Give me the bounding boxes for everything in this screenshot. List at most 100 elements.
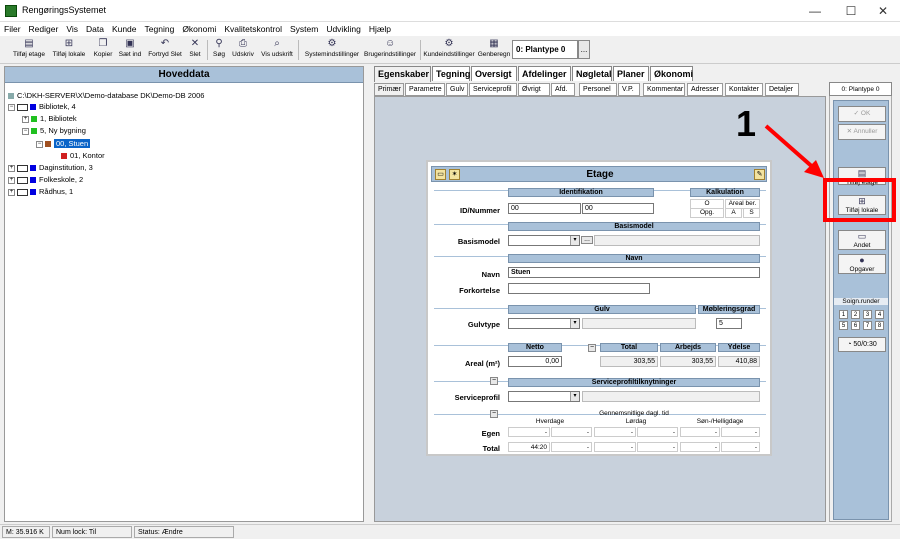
fortryd-slet-button[interactable]: ↶ Fortryd Slet <box>145 38 185 62</box>
soign-1[interactable]: 1 <box>839 310 848 319</box>
tab-planer[interactable]: Planer <box>613 66 649 81</box>
tree-root[interactable]: C:\DKH-SERVER\X\Demo-database DK\Demo-DB… <box>8 90 204 101</box>
mobleringsgrad-spinner[interactable]: 5 <box>716 318 742 329</box>
andet-button[interactable]: ▭ Andet <box>838 230 886 250</box>
netto-field[interactable]: 0,00 <box>508 356 562 367</box>
tab-egenskaber[interactable]: Egenskaber <box>374 66 431 82</box>
tree-item-daginstitution[interactable]: + Daginstitution, 3 <box>8 162 93 173</box>
menu-vis[interactable]: Vis <box>62 22 82 36</box>
opgaver-button[interactable]: ● Opgaver <box>838 254 886 274</box>
folder-icon[interactable]: ▭ <box>435 169 446 180</box>
forkortelse-field[interactable] <box>508 283 650 294</box>
menu-rediger[interactable]: Rediger <box>25 22 63 36</box>
subtab-serviceprofil[interactable]: Serviceprofil <box>469 83 517 96</box>
subtab-adresser[interactable]: Adresser <box>687 83 723 96</box>
vis-udskrift-button[interactable]: ⌕ Vis udskrift <box>258 38 296 62</box>
etage-form: Etage ▭ ✶ ✎ Identifikation Kalkulation O… <box>426 160 772 456</box>
total-cell: - <box>637 442 678 452</box>
saet-ind-button[interactable]: ▣ Sæt ind <box>117 38 143 62</box>
tree-item-stuen[interactable]: −00, Stuen <box>36 138 91 149</box>
subtab-parametre[interactable]: Parametre <box>405 83 445 96</box>
menu-tegning[interactable]: Tegning <box>141 22 179 36</box>
tree-toggle[interactable]: + <box>8 176 15 184</box>
tid-collapse-button[interactable]: − <box>490 410 498 418</box>
udskriv-button[interactable]: ⎙ Udskriv <box>229 38 257 62</box>
user-settings-icon: ☺ <box>385 38 396 49</box>
id-field-1[interactable]: 00 <box>508 203 581 214</box>
etage-title: Etage <box>586 169 614 180</box>
tree-toggle[interactable]: + <box>8 188 15 196</box>
tab-okonomi[interactable]: Økonomi <box>650 66 693 81</box>
star-icon[interactable]: ✶ <box>449 169 460 180</box>
ok-button[interactable]: ✓ OK <box>838 106 886 122</box>
soign-8[interactable]: 8 <box>875 321 884 330</box>
tilfoj-lokale-button[interactable]: ⊞ Tilføj lokale <box>50 38 88 62</box>
plantype-field[interactable]: 0: Plantype 0 <box>512 40 578 59</box>
tree-item-radhus[interactable]: + Rådhus, 1 <box>8 186 73 197</box>
subtab-afd[interactable]: Afd. <box>551 83 575 96</box>
tree-item-bibliotek[interactable]: − Bibliotek, 4 <box>8 101 76 112</box>
subtab-gulv[interactable]: Gulv <box>446 83 468 96</box>
tab-oversigt[interactable]: Oversigt <box>471 66 517 81</box>
basismodel-more-button[interactable]: ... <box>581 236 593 244</box>
menu-kvalitetskontrol[interactable]: Kvalitetskontrol <box>220 22 286 36</box>
subtab-ovrigt[interactable]: Øvrigt <box>518 83 550 96</box>
menu-system[interactable]: System <box>286 22 322 36</box>
counter-button[interactable]: ◔ 50/0:30 <box>838 337 886 352</box>
kundeindstillinger-button[interactable]: ⚙ Kundeindstillinger <box>423 38 475 62</box>
soign-7[interactable]: 7 <box>863 321 872 330</box>
subtab-vp[interactable]: V.P. <box>618 83 640 96</box>
tree-toggle[interactable]: − <box>36 140 43 148</box>
soign-3[interactable]: 3 <box>863 310 872 319</box>
tree-item-ny-bygning[interactable]: −5, Ny bygning <box>22 125 86 136</box>
menu-hjaelp[interactable]: Hjælp <box>365 22 395 36</box>
subtab-detaljer[interactable]: Detaljer <box>765 83 799 96</box>
tree-item-folkeskole[interactable]: + Folkeskole, 2 <box>8 174 83 185</box>
brugerindstillinger-button[interactable]: ☺ Brugerindstillinger <box>362 38 418 62</box>
egen-label: Egen <box>481 429 500 438</box>
tab-nogletal[interactable]: Nøgletal <box>572 66 612 81</box>
slet-button[interactable]: ✕ Slet <box>186 38 204 62</box>
menu-filer[interactable]: Filer <box>0 22 25 36</box>
tab-tegning[interactable]: Tegning <box>432 66 470 81</box>
tree-item-1-bibliotek[interactable]: +1, Bibliotek <box>22 113 77 124</box>
annuller-button[interactable]: ✕ Annuller <box>838 124 886 140</box>
tilfoj-etage-button[interactable]: ▤ Tilføj etage <box>10 38 48 62</box>
subtab-kommentar[interactable]: Kommentar <box>643 83 685 96</box>
systemindstillinger-button[interactable]: ⚙ Systemindstillinger <box>302 38 362 62</box>
subtab-personel[interactable]: Personel <box>579 83 617 96</box>
plantype-more-button[interactable]: ... <box>578 40 590 59</box>
soign-6[interactable]: 6 <box>851 321 860 330</box>
tree-toggle[interactable]: − <box>8 103 15 111</box>
menu-udvikling[interactable]: Udvikling <box>322 22 365 36</box>
genberegn-button[interactable]: ▦ Genberegn <box>477 38 511 62</box>
close-button[interactable]: ✕ <box>866 0 900 22</box>
soign-5[interactable]: 5 <box>839 321 848 330</box>
maximize-button[interactable]: ☐ <box>834 0 868 22</box>
tree-toggle[interactable]: + <box>22 115 29 123</box>
serviceprofil-collapse-button[interactable]: − <box>490 377 498 385</box>
id-field-2[interactable]: 00 <box>582 203 654 214</box>
egen-cell: - <box>721 427 760 437</box>
tree-item-kontor[interactable]: 01, Kontor <box>61 150 105 161</box>
sog-button[interactable]: ⚲ Søg <box>210 38 228 62</box>
minimize-button[interactable]: — <box>798 0 832 22</box>
gulvtype-select[interactable]: ▾ <box>508 318 580 329</box>
subtab-kontakter[interactable]: Kontakter <box>725 83 763 96</box>
status-square-icon <box>30 177 36 184</box>
basismodel-select[interactable]: ▾ <box>508 235 580 246</box>
soign-2[interactable]: 2 <box>851 310 860 319</box>
tab-afdelinger[interactable]: Afdelinger <box>518 66 571 81</box>
subtab-primaer[interactable]: Primær <box>374 83 404 96</box>
tree-toggle[interactable]: − <box>22 127 29 135</box>
serviceprofil-select[interactable]: ▾ <box>508 391 580 402</box>
cancel-icon: ✕ <box>846 128 854 135</box>
tree-toggle[interactable]: + <box>8 164 15 172</box>
menu-data[interactable]: Data <box>82 22 108 36</box>
kopier-button[interactable]: ❐ Kopier <box>90 38 116 62</box>
areal-collapse-button[interactable]: − <box>588 344 596 352</box>
menu-kunde[interactable]: Kunde <box>108 22 141 36</box>
soign-4[interactable]: 4 <box>875 310 884 319</box>
menu-okonomi[interactable]: Økonomi <box>178 22 220 36</box>
navn-field[interactable]: Stuen <box>508 267 760 278</box>
